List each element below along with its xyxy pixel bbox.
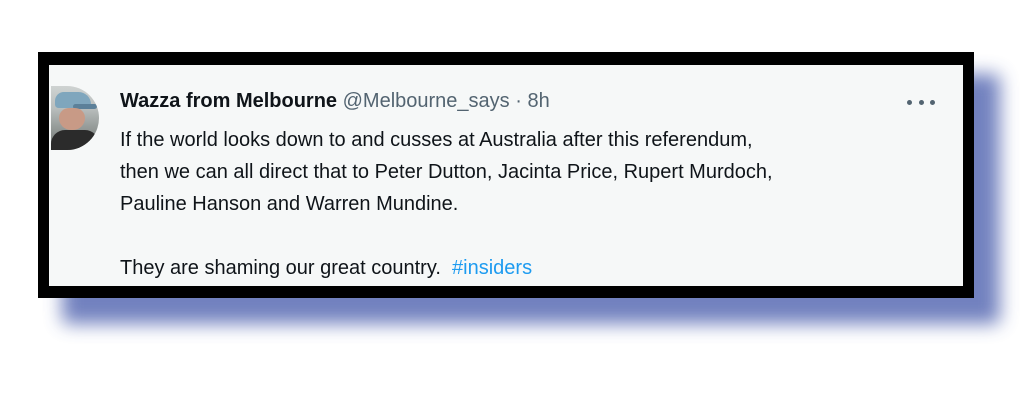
author-name[interactable]: Wazza from Melbourne bbox=[120, 90, 337, 112]
tweet-card[interactable]: Wazza from Melbourne @Melbourne_says · 8… bbox=[49, 65, 963, 286]
author-handle[interactable]: @Melbourne_says bbox=[343, 90, 510, 112]
author-avatar[interactable] bbox=[51, 86, 99, 150]
tweet-text-line-2: then we can all direct that to Peter Dut… bbox=[120, 161, 773, 183]
tweet-text-line-4: They are shaming our great country. #ins… bbox=[120, 252, 950, 284]
tweet-header: Wazza from Melbourne @Melbourne_says · 8… bbox=[120, 88, 550, 114]
hashtag-link[interactable]: #insiders bbox=[452, 257, 532, 279]
tweet-text-line-3: Pauline Hanson and Warren Mundine. bbox=[120, 193, 459, 215]
more-dot-3 bbox=[930, 99, 935, 105]
tweet-text-closing: They are shaming our great country. bbox=[120, 257, 441, 279]
avatar-face bbox=[59, 108, 85, 130]
avatar-shirt bbox=[51, 130, 99, 150]
more-dot-1 bbox=[907, 99, 912, 105]
more-options-icon[interactable] bbox=[907, 95, 935, 109]
screenshot-stage: Wazza from Melbourne @Melbourne_says · 8… bbox=[0, 0, 1020, 406]
tweet-text: If the world looks down to and cusses at… bbox=[120, 124, 950, 284]
tweet-timestamp[interactable]: 8h bbox=[527, 90, 549, 112]
more-dot-2 bbox=[918, 99, 924, 105]
tweet-text-line-1: If the world looks down to and cusses at… bbox=[120, 129, 753, 151]
header-separator: · bbox=[515, 90, 522, 112]
